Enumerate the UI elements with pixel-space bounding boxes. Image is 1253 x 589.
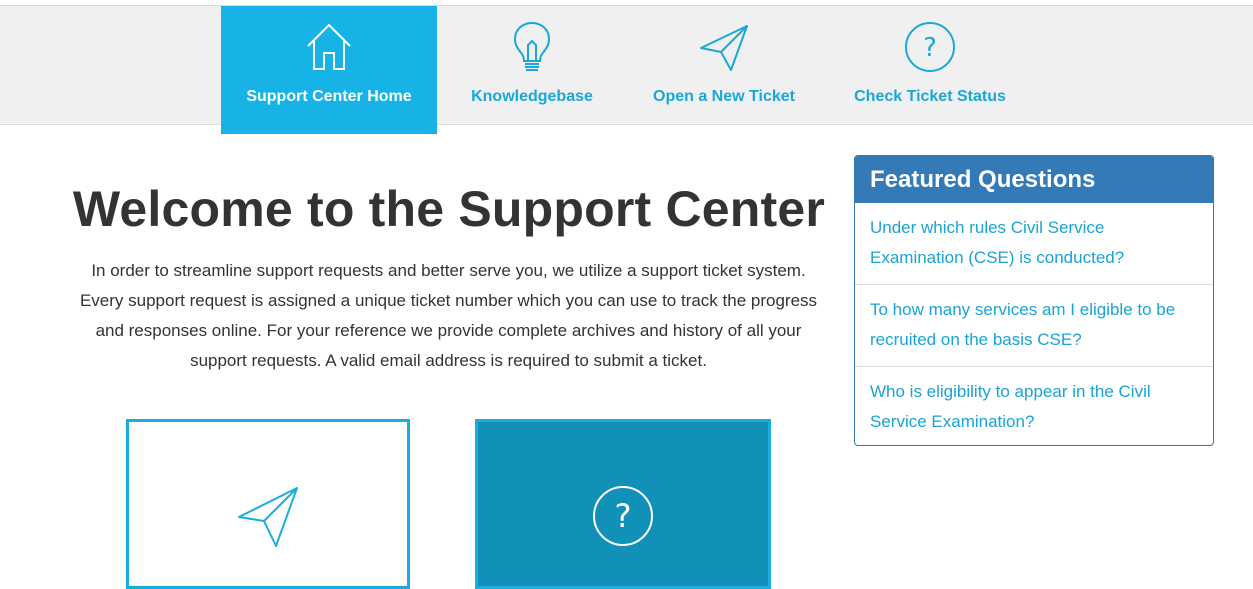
nav-open-new-ticket[interactable]: Open a New Ticket <box>640 6 808 134</box>
nav-support-center-home[interactable]: Support Center Home <box>221 6 437 134</box>
intro-text: In order to streamline support requests … <box>79 261 818 370</box>
nav-check-ticket-status[interactable]: ? Check Ticket Status <box>840 6 1020 134</box>
open-ticket-card[interactable] <box>126 419 410 589</box>
check-status-card[interactable]: ? <box>475 419 771 589</box>
nav-label-knowledgebase: Knowledgebase <box>471 88 593 105</box>
featured-question-link[interactable]: Who is eligibility to appear in the Civi… <box>855 367 1213 445</box>
featured-questions-panel: Featured Questions Under which rules Civ… <box>854 155 1214 446</box>
main-navigation: Support Center Home Knowledgebase Open a… <box>0 6 1253 134</box>
featured-question-link[interactable]: Under which rules Civil Service Examinat… <box>855 203 1213 285</box>
lightbulb-icon <box>513 21 551 71</box>
nav-label-open-ticket: Open a New Ticket <box>653 88 795 105</box>
featured-question-link[interactable]: To how many services am I eligible to be… <box>855 285 1213 367</box>
home-icon <box>307 23 351 70</box>
nav-knowledgebase[interactable]: Knowledgebase <box>452 6 612 134</box>
svg-text:?: ? <box>615 497 632 535</box>
paper-plane-icon <box>700 25 748 71</box>
question-circle-icon: ? <box>905 22 955 72</box>
nav-label-check-status: Check Ticket Status <box>854 88 1006 105</box>
featured-questions-title: Featured Questions <box>855 156 1213 203</box>
svg-text:?: ? <box>923 33 937 63</box>
page-title: Welcome to the Support Center <box>72 181 826 237</box>
question-circle-icon: ? <box>593 486 653 546</box>
featured-questions-list: Under which rules Civil Service Examinat… <box>855 203 1213 445</box>
nav-label-home: Support Center Home <box>246 88 412 105</box>
paper-plane-icon <box>238 487 298 547</box>
